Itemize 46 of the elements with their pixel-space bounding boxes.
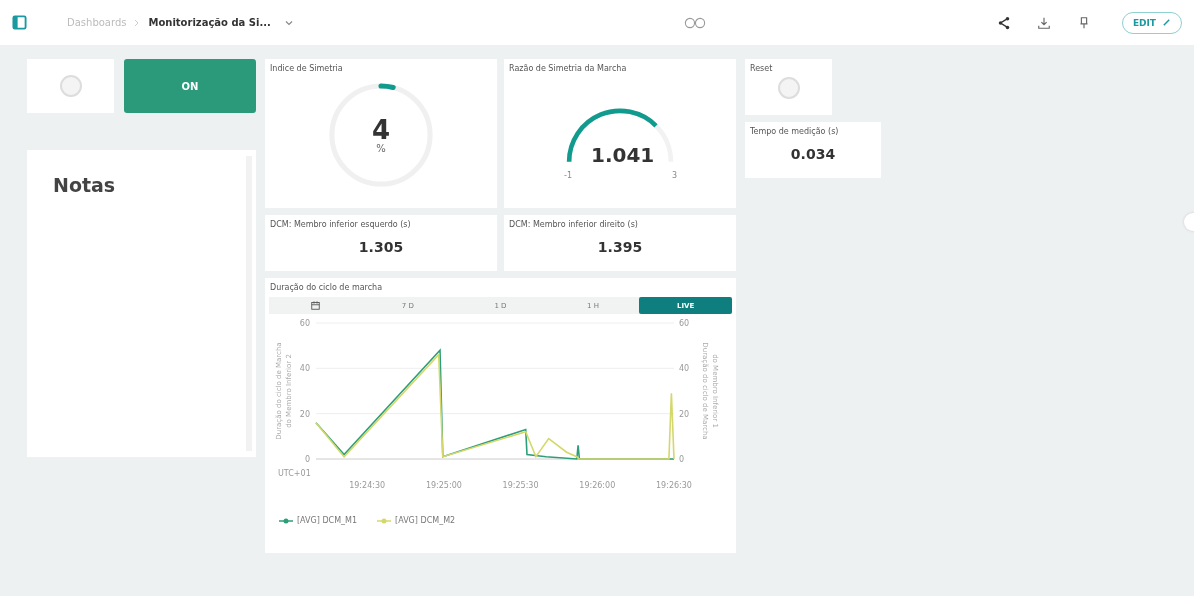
download-icon[interactable]: [1036, 15, 1051, 30]
x-axis-tick: 19:25:00: [425, 481, 462, 490]
y-axis-tick: 60: [679, 319, 690, 328]
y-axis-tick: 40: [299, 364, 310, 374]
widget-title: Razão de Simetria da Marcha: [508, 63, 628, 73]
y-axis-tick: 60: [299, 319, 310, 328]
y-axis-tick: 20: [299, 409, 310, 419]
y-axis-tick: 40: [679, 364, 690, 374]
gauge-min-label: -1: [564, 171, 572, 180]
widget-value: 1.395: [596, 239, 644, 255]
x-axis-tick: 19:26:00: [579, 481, 616, 490]
y-axis-tick: 0: [304, 455, 310, 464]
notes-title: Notas: [53, 174, 117, 196]
share-icon[interactable]: [996, 15, 1011, 30]
widget-title: Indice de Simetria: [269, 63, 344, 73]
widget-title: DCM: Membro inferior direito (s): [508, 219, 639, 229]
sidebar-toggle-icon[interactable]: [12, 15, 27, 30]
widget-title: Duração do ciclo de marcha: [269, 282, 384, 292]
calendar-icon: [310, 301, 320, 310]
widget-value: 0.034: [789, 146, 837, 162]
edit-button[interactable]: EDIT: [1121, 11, 1182, 34]
glasses-icon[interactable]: [684, 16, 707, 29]
x-axis-tick: 19:25:30: [502, 481, 539, 490]
gauge-value: 4: [371, 116, 391, 143]
legend-marker-icon: [377, 516, 392, 525]
legend-label: [AVG] DCM_M1: [297, 516, 358, 525]
caret-icon[interactable]: [284, 19, 293, 26]
gauge-value: 1.041: [591, 143, 655, 167]
legend-label: [AVG] DCM_M2: [395, 516, 456, 525]
y-axis-tick: 20: [679, 409, 690, 419]
gauge-max-label: 3: [671, 171, 677, 180]
x-axis-tick: 19:24:30: [349, 481, 386, 490]
legend-marker-icon: [279, 516, 293, 525]
y-axis-tick: 0: [679, 455, 685, 464]
gauge-unit: %: [376, 142, 386, 154]
x-axis-tick: 19:26:30: [656, 481, 692, 490]
pencil-icon: [1162, 18, 1171, 27]
widget-title: DCM: Membro inferior esquerdo (s): [269, 219, 412, 229]
chevron-icon: [134, 18, 141, 27]
widget-title: Tempo de medição (s): [749, 126, 840, 136]
on-button[interactable]: ON: [124, 59, 256, 113]
widget-value: 1.305: [357, 239, 405, 255]
widget-title: Reset: [749, 63, 774, 73]
timezone-label: UTC+01: [278, 469, 311, 478]
toggle-icon[interactable]: [59, 75, 82, 97]
dashboard-title[interactable]: Monitorização da Si...: [148, 17, 271, 28]
